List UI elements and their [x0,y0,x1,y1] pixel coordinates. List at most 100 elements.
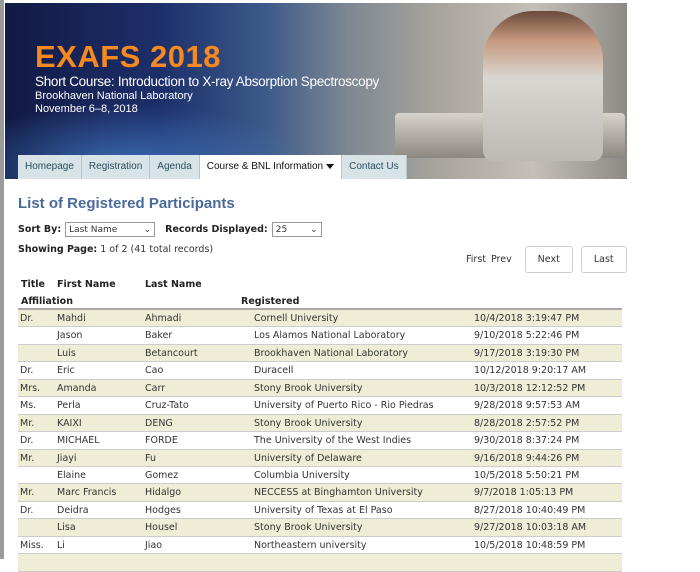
next-button[interactable]: Next [524,246,573,273]
cell-first-name: KAIXI [57,417,82,429]
col-header-registered[interactable]: Registered [241,296,299,307]
table-row: Dr. MICHAEL FORDE The University of the Wes… [18,432,622,450]
sort-controls: Sort By: Last Name ⌄ Records Displayed: 2… [18,222,322,237]
col-header-title[interactable]: Title [21,279,45,290]
table-row: Miss. Li Jiao Northeastern university 10/5/2… [18,537,622,555]
table-row: Dr. Eric Cao Duracell 10/12/2018 9:20:17 AM [18,362,622,380]
table-row: Mr. KAIXI DENG Stony Brook University 8/28/2… [18,414,622,433]
cell-last-name: Gomez [145,469,179,481]
page-title: List of Registered Participants [18,195,235,212]
banner-org-name: Brookhaven National Laboratory [35,90,193,102]
cell-registered: 8/27/2018 10:40:49 PM [474,504,586,516]
cell-first-name: MICHAEL [57,435,100,447]
table-row: Mr. Jiayi Fu University of Delaware 9/16/201… [18,449,622,467]
cell-title: Mr. [20,487,35,499]
cell-affiliation: Northeastern university [254,539,367,551]
cell-last-name: Cruz-Tato [145,400,189,412]
cell-title: Dr. [20,313,34,324]
banner-dates: November 6–8, 2018 [35,103,138,115]
tab-homepage[interactable]: Homepage [18,155,82,179]
cell-affiliation: The University of the West Indies [254,435,412,447]
sort-by-select[interactable]: Last Name ⌄ [65,222,156,237]
table-row: Mrs. Amanda Carr Stony Brook University 10/3… [18,379,622,398]
table-row: Mr. Marc Francis Hidalgo NECCESS at Bingham… [18,484,622,502]
cell-affiliation: NECCESS at Binghamton University [254,487,423,499]
records-displayed-value: 25 [275,224,288,235]
cell-registered: 9/27/2018 10:03:18 AM [474,522,587,534]
cell-affiliation: Columbia University [254,469,350,481]
cell-first-name: Eric [57,365,75,377]
cell-affiliation: University of Puerto Rico - Rio Piedras [254,400,434,412]
prev-link[interactable]: Prev [491,254,512,265]
cell-title: Miss. [20,539,44,551]
cell-registered: 9/10/2018 5:22:46 PM [474,330,580,342]
table-row: Lisa Housel Stony Brook University 9/27/201… [18,519,622,537]
table-row [18,554,622,572]
banner-title: EXAFS 2018 [35,39,221,74]
showing-page: Showing Page: 1 of 2 (41 total records) [18,244,213,255]
cell-affiliation: University of Texas at El Paso [254,504,393,516]
table-row: Elaine Gomez Columbia University 10/5/2018 … [18,467,622,485]
tab-contact-us[interactable]: Contact Us [342,155,407,179]
cell-registered: 9/28/2018 9:57:53 AM [474,400,581,412]
cell-registered: 10/3/2018 12:12:52 PM [474,382,586,394]
cell-title: Mrs. [20,382,41,394]
cell-first-name: Elaine [57,469,86,481]
cell-last-name: FORDE [145,435,178,447]
cell-registered: 9/16/2018 9:44:26 PM [474,452,580,464]
table-row: Dr. Deidra Hodges University of Texas at El… [18,502,622,520]
tab-label: Course & BNL Information [206,161,324,172]
sort-by-value: Last Name [69,224,118,235]
cell-first-name: Luis [57,347,76,359]
cell-last-name: Jiao [145,539,163,551]
records-displayed-label: Records Displayed: [165,224,268,235]
tab-course-bnl-information[interactable]: Course & BNL Information [199,155,343,179]
cell-registered: 9/17/2018 3:19:30 PM [474,347,580,359]
cell-last-name: Ahmadi [145,313,182,324]
cell-title: Ms. [20,400,37,412]
cell-affiliation: Stony Brook University [254,522,363,534]
first-link[interactable]: First [466,254,486,265]
cell-last-name: Housel [145,522,178,534]
cell-affiliation: Brookhaven National Laboratory [254,347,409,359]
tab-registration[interactable]: Registration [81,155,151,179]
banner: EXAFS 2018 Short Course: Introduction to… [5,3,627,179]
cell-last-name: Hodges [145,504,181,516]
chevron-down-icon: ⌄ [143,224,152,235]
tab-agenda[interactable]: Agenda [150,155,200,179]
cell-first-name: Marc Francis [57,487,117,499]
cell-registered: 9/7/2018 1:05:13 PM [474,487,574,499]
cell-title: Dr. [20,435,34,447]
cell-registered: 9/30/2018 8:37:24 PM [474,435,580,447]
chevron-down-icon: ⌄ [310,224,318,235]
cell-first-name: Perla [57,400,81,412]
cell-first-name: Deidra [57,504,89,516]
cell-last-name: Hidalgo [145,487,182,499]
table-row: Jason Baker Los Alamos National Laboratory… [18,327,622,345]
cell-affiliation: Duracell [254,365,294,377]
cell-first-name: Lisa [57,522,76,534]
cell-registered: 10/4/2018 3:19:47 PM [474,313,580,324]
cell-last-name: Carr [145,382,166,394]
col-header-affiliation[interactable]: Affiliation [21,296,73,307]
cell-last-name: Fu [145,452,156,464]
col-header-first-name[interactable]: First Name [57,279,116,290]
table-row: Dr. Mahdi Ahmadi Cornell University 10/4/201… [18,310,622,328]
participants-table: Dr. Mahdi Ahmadi Cornell University 10/4/201… [18,310,622,572]
cell-first-name: Jason [57,330,83,342]
col-header-last-name[interactable]: Last Name [145,279,202,290]
cell-affiliation: Stony Brook University [254,382,363,394]
cell-title: Dr. [20,365,34,377]
sort-by-label: Sort By: [18,224,62,235]
records-displayed-select[interactable]: 25 ⌄ [271,222,322,237]
cell-title: Mr. [20,452,35,464]
cell-title: Mr. [20,417,35,429]
left-border [0,0,4,559]
banner-person-image [483,11,603,161]
cell-last-name: Baker [145,330,173,342]
last-button[interactable]: Last [580,246,627,273]
cell-affiliation: Los Alamos National Laboratory [254,330,406,342]
table-row: Ms. Perla Cruz-Tato University of Puerto Ri… [18,397,622,415]
cell-registered: 8/28/2018 2:57:52 PM [474,417,580,429]
cell-last-name: Betancourt [145,347,198,359]
